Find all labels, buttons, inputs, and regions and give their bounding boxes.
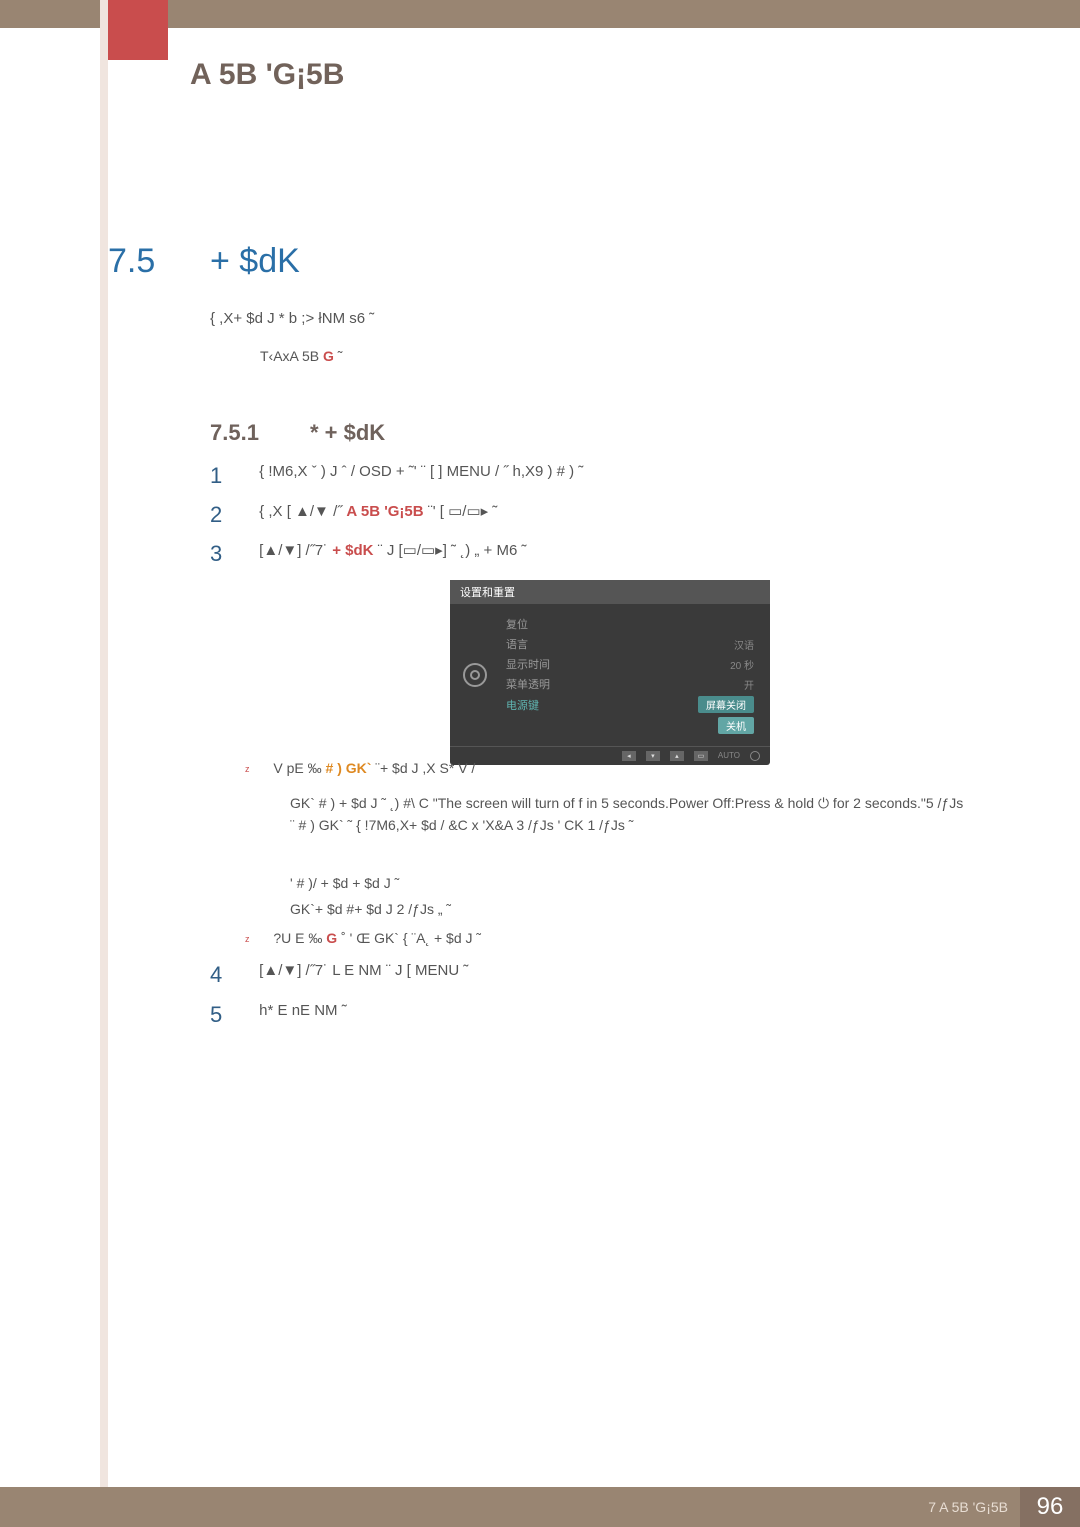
step-number-4: 4	[210, 962, 250, 988]
subnote-highlight: G	[323, 348, 334, 364]
footer-breadcrumb: 7 A 5B 'G¡5B	[928, 1499, 1008, 1515]
gear-icon	[463, 663, 487, 687]
osd-menu-screenshot: 设置和重置 复位 语言 汉语 显示时间 20 秒 菜单透明 开 电源键 屏幕关闭	[450, 580, 770, 765]
osd-icon-column	[450, 614, 500, 736]
chapter-title: A 5B 'G¡5B	[190, 58, 344, 92]
paragraph-2: ' # )/ + $d + $d J ˜	[290, 872, 399, 894]
paragraph-1: GK` # ) + $d J ˜ ˛) #\ C "The screen wil…	[290, 792, 970, 837]
subnote-post: ˜	[334, 348, 343, 364]
power-icon	[750, 751, 760, 761]
step-number-2: 2	[210, 502, 250, 528]
step-2-text: { ,X [ ▲/▼ /˝ A 5B 'G¡5B ¨' [ ▭/▭▸ ˜	[259, 502, 497, 520]
step-5: 5 h* E nE NM ˜	[210, 1002, 347, 1028]
osd-header: 设置和重置	[450, 580, 770, 604]
bullet-mark: z	[245, 764, 250, 774]
step-2: 2 { ,X [ ▲/▼ /˝ A 5B 'G¡5B ¨' [ ▭/▭▸ ˜	[210, 502, 497, 528]
chapter-badge	[108, 0, 168, 60]
step2-highlight: A 5B 'G¡5B	[346, 503, 423, 520]
bullet-1: z V pE ‰ # ) GK` ¨+ $d J ,X S* V /	[245, 760, 475, 776]
step3-mid: ] /˝7˙	[297, 542, 332, 559]
step2-pre: { ,X [	[259, 503, 295, 520]
down-icon: ▾	[646, 751, 660, 761]
intro-note: { ,X+ $d J * b ;> łNM s6 ˜	[210, 310, 374, 327]
osd-footer-buttons: ◂ ▾ ▴ ▭ AUTO	[450, 746, 770, 765]
step-1-text: { !M6,X ˇ ) J ˆ / OSD + ˜' ¨ [ ] MENU / …	[259, 463, 583, 480]
step3-highlight: + $dK	[332, 542, 373, 559]
bullet-mark: z	[245, 934, 250, 944]
menu-icon: ▭	[694, 751, 708, 761]
osd-powerkey-label: 电源键	[506, 697, 539, 713]
osd-row-powerkey2: 关机	[500, 715, 760, 736]
section-number: 7.5	[108, 242, 155, 281]
osd-row-displaytime: 显示时间 20 秒	[500, 654, 760, 674]
step-3: 3 [▲/▼] /˝7˙ + $dK ¨ J [▭/▭▸] ˜ ˛) „ + M…	[210, 541, 526, 567]
step-number-5: 5	[210, 1002, 250, 1028]
osd-language-value: 汉语	[734, 637, 754, 652]
bullet1-pre: V pE ‰	[273, 760, 325, 776]
subsection-title: * + $dK	[310, 420, 385, 446]
osd-row-transparency: 菜单透明 开	[500, 674, 760, 694]
step2-mid: /˝	[329, 503, 347, 520]
up-down-icon: ▲/▼	[263, 962, 297, 979]
osd-list: 复位 语言 汉语 显示时间 20 秒 菜单透明 开 电源键 屏幕关闭 关机	[500, 614, 770, 736]
step4-post: ] /˝7˙ L E NM ¨ J [ MENU ˜	[297, 962, 468, 979]
left-icon: ◂	[622, 751, 636, 761]
up-down-icon: ▲/▼	[263, 542, 297, 559]
left-strip	[100, 0, 108, 1527]
up-icon: ▴	[670, 751, 684, 761]
osd-language-label: 语言	[506, 636, 528, 652]
subnote-pre: T‹AxA 5B	[260, 348, 323, 364]
step-number-3: 3	[210, 541, 250, 567]
step-4: 4 [▲/▼] /˝7˙ L E NM ¨ J [ MENU ˜	[210, 962, 468, 988]
footer-bar: 7 A 5B 'G¡5B 96	[0, 1487, 1080, 1527]
osd-transparency-value: 开	[744, 677, 754, 692]
bullet-2: z ?U E ‰ G ˚ ' Œ GK` { ¨A˛ + $d J ˜	[245, 930, 481, 946]
step-4-text: [▲/▼] /˝7˙ L E NM ¨ J [ MENU ˜	[259, 962, 468, 979]
osd-row-powerkey: 电源键 屏幕关闭	[500, 694, 760, 715]
subsection-number: 7.5.1	[210, 420, 259, 446]
step-1: 1 { !M6,X ˇ ) J ˆ / OSD + ˜' ¨ [ ] MENU …	[210, 463, 583, 489]
osd-row-language: 语言 汉语	[500, 634, 760, 654]
osd-displaytime-label: 显示时间	[506, 656, 550, 672]
osd-row-reset: 复位	[500, 614, 760, 634]
step-number-1: 1	[210, 463, 250, 489]
osd-reset-label: 复位	[506, 616, 528, 632]
paragraph-3: GK`+ $d #+ $d J 2 /ƒJs „ ˜	[290, 898, 451, 920]
intro-subnote: T‹AxA 5B G ˜	[260, 348, 342, 364]
step3-post: ¨ J [▭/▭▸] ˜ ˛) „ + M6 ˜	[374, 542, 527, 559]
auto-label: AUTO	[718, 751, 740, 761]
step-3-text: [▲/▼] /˝7˙ + $dK ¨ J [▭/▭▸] ˜ ˛) „ + M6 …	[259, 541, 526, 559]
osd-displaytime-value: 20 秒	[730, 657, 754, 672]
section-title: + $dK	[210, 242, 300, 281]
bullet1-highlight: # ) GK`	[326, 760, 372, 776]
step2-post: ¨' [ ▭/▭▸ ˜	[424, 503, 498, 520]
bullet2-post: ˚ ' Œ GK` { ¨A˛ + $d J ˜	[337, 930, 481, 946]
osd-transparency-label: 菜单透明	[506, 676, 550, 692]
osd-powerkey-value2: 关机	[718, 717, 754, 734]
page-number: 96	[1020, 1487, 1080, 1527]
bullet2-highlight: G	[326, 930, 337, 946]
bullet1-post: ¨+ $d J ,X S* V /	[371, 760, 475, 776]
bullet2-pre: ?U E ‰	[273, 930, 326, 946]
osd-body: 复位 语言 汉语 显示时间 20 秒 菜单透明 开 电源键 屏幕关闭 关机	[450, 604, 770, 746]
step-5-text: h* E nE NM ˜	[259, 1002, 347, 1019]
up-down-icon: ▲/▼	[295, 503, 329, 520]
osd-powerkey-value1: 屏幕关闭	[698, 696, 754, 713]
